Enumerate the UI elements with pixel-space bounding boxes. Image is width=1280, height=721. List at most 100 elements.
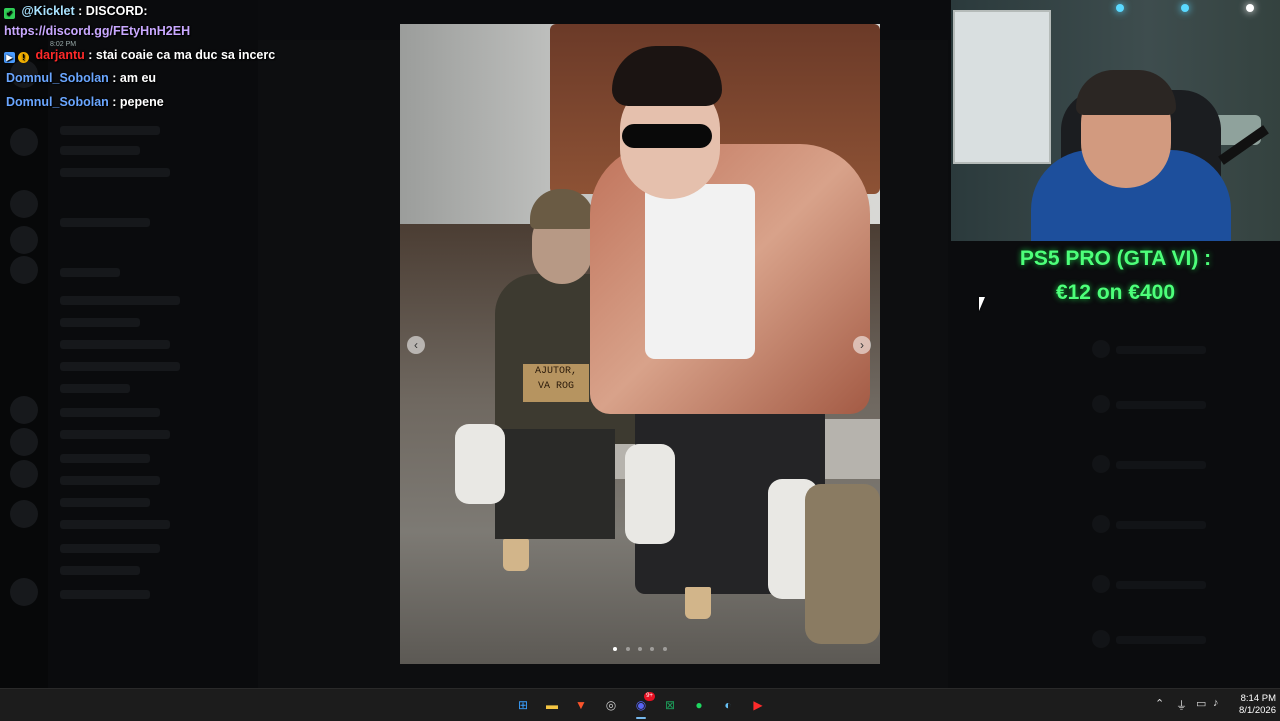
carousel-dot[interactable] <box>625 647 630 651</box>
steam-icon[interactable]: ◐ <box>719 696 737 714</box>
photo-sunglasses <box>622 124 712 148</box>
excel-icon[interactable]: ⊠ <box>661 696 679 714</box>
chat-message: ✔ @Kicklet : DISCORD: <box>4 4 148 19</box>
photo-plastic-bag <box>625 444 675 544</box>
channel-item <box>60 498 150 507</box>
channel-item <box>60 296 180 305</box>
sign-text-line: VA ROG <box>537 381 574 392</box>
server-icon <box>10 226 38 254</box>
clock-time: 8:14 PM <box>1240 693 1276 704</box>
server-icon <box>10 396 38 424</box>
shared-image-viewer[interactable]: AJUTOR, VA ROG ‹ › <box>400 24 880 664</box>
channel-item <box>60 430 170 439</box>
server-icon <box>10 190 38 218</box>
chat-text: : am eu <box>112 71 157 85</box>
carousel-dot[interactable] <box>650 647 655 651</box>
background-timestamp: 8:02 PM <box>50 41 77 48</box>
network-icon[interactable]: ▭ <box>1196 697 1206 710</box>
chat-username[interactable]: @Kicklet <box>21 4 74 18</box>
server-icon <box>10 128 38 156</box>
member-name <box>1116 401 1206 409</box>
spotify-icon[interactable]: ● <box>690 696 708 714</box>
webcam-ceiling-light <box>1246 4 1254 12</box>
chevron-left-icon[interactable]: ‹ <box>407 336 425 354</box>
photo-paper-cup <box>503 539 529 571</box>
carousel-dot[interactable] <box>662 647 667 651</box>
carousel-dots <box>400 638 880 656</box>
server-icon <box>10 460 38 488</box>
chat-text: : pepene <box>112 95 164 109</box>
channel-item <box>60 146 140 155</box>
member-avatar <box>1092 455 1110 473</box>
channel-item <box>60 476 160 485</box>
youtube-icon[interactable]: ▶ <box>749 696 767 714</box>
channel-item <box>60 384 130 393</box>
cardboard-sign: AJUTOR, VA ROG <box>523 364 589 402</box>
chat-message: ▶! darjantu : stai coaie ca ma duc sa in… <box>4 48 275 63</box>
channel-item <box>60 318 140 327</box>
sign-text-line: AJUTOR, <box>534 366 577 377</box>
member-avatar <box>1092 340 1110 358</box>
member-avatar <box>1092 515 1110 533</box>
channel-item <box>60 126 160 135</box>
chevron-right-icon[interactable]: › <box>853 336 871 354</box>
member-avatar <box>1092 395 1110 413</box>
server-icon <box>10 500 38 528</box>
brave-browser-icon[interactable]: ▼ <box>572 696 590 714</box>
member-name <box>1116 636 1206 644</box>
carousel-dot[interactable] <box>613 647 618 651</box>
volume-icon[interactable]: ♪ <box>1213 697 1219 709</box>
chat-username[interactable]: darjantu <box>35 48 84 62</box>
server-icon <box>10 578 38 606</box>
chat-text: : stai coaie ca ma duc sa incerc <box>88 48 276 62</box>
webcam-ceiling-light <box>1116 4 1124 12</box>
channel-item <box>60 408 160 417</box>
photo-young-man-shirt <box>645 184 755 359</box>
photo-backpack <box>805 484 880 644</box>
giveaway-promo: PS5 PRO (GTA VI) : €12 on €400 <box>951 242 1280 310</box>
photo-paper-cup <box>685 587 711 619</box>
obs-icon[interactable]: ◎ <box>602 696 620 714</box>
chevron-up-icon[interactable]: ⌃ <box>1155 697 1164 710</box>
webcam-feed <box>951 0 1280 241</box>
member-name <box>1116 581 1206 589</box>
channel-item <box>60 340 170 349</box>
channel-item <box>60 566 140 575</box>
photo-plastic-bag <box>455 424 505 504</box>
windows-start-icon[interactable]: ⊞ <box>514 696 532 714</box>
taskbar-clock[interactable]: 8:14 PM 8/1/2026 <box>1226 693 1276 717</box>
chat-link[interactable]: https://discord.gg/FEtyHnH2EH <box>4 24 190 38</box>
webcam-ceiling-light <box>1181 4 1189 12</box>
chat-text: : DISCORD: <box>78 4 148 18</box>
member-name <box>1116 346 1206 354</box>
promo-title: PS5 PRO (GTA VI) : <box>1019 247 1212 270</box>
server-icon <box>10 428 38 456</box>
photo-young-man-hair <box>612 46 722 106</box>
file-explorer-icon[interactable]: ▬ <box>543 696 561 714</box>
mouse-cursor-icon <box>979 297 985 311</box>
webcam-room-window <box>953 10 1051 164</box>
microphone-icon[interactable]: ⏚ <box>1176 697 1187 713</box>
channel-item <box>60 544 160 553</box>
webcam-streamer-hair <box>1076 70 1176 115</box>
server-icon <box>10 256 38 284</box>
clock-date: 8/1/2026 <box>1239 705 1276 716</box>
discord-glyph: ◉ <box>635 698 647 712</box>
discord-icon[interactable]: ◉ 9+ <box>632 692 655 719</box>
member-name <box>1116 461 1206 469</box>
chat-message: Domnul_Sobolan : am eu <box>6 71 156 85</box>
chat-message: Domnul_Sobolan : pepene <box>6 95 164 109</box>
windows-taskbar: ⊞ ▬ ▼ ◎ ◉ 9+ ⊠ ● ◐ ▶ ⌃ ⏚ ▭ ♪ 8:14 PM 8/1… <box>0 688 1280 721</box>
channel-item <box>60 218 150 227</box>
member-name <box>1116 521 1206 529</box>
alert-badge-icon: ! <box>18 52 29 63</box>
channel-item <box>60 268 120 277</box>
photo-old-man-legs <box>495 429 615 539</box>
channel-item <box>60 520 170 529</box>
chat-username[interactable]: Domnul_Sobolan <box>6 71 109 85</box>
channel-item <box>60 590 150 599</box>
carousel-dot[interactable] <box>638 647 642 651</box>
member-avatar <box>1092 630 1110 648</box>
member-avatar <box>1092 575 1110 593</box>
chat-username[interactable]: Domnul_Sobolan <box>6 95 109 109</box>
